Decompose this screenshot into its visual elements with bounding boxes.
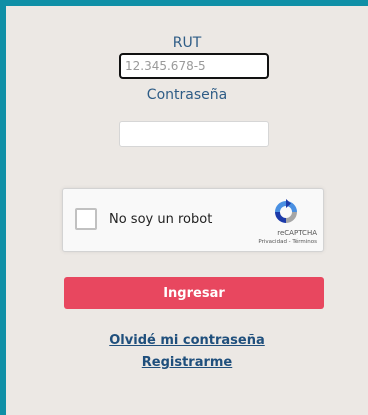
password-input[interactable]	[119, 121, 269, 147]
recaptcha-label: No soy un robot	[109, 212, 213, 227]
rut-input[interactable]	[119, 53, 269, 79]
recaptcha-checkbox[interactable]	[75, 208, 97, 230]
login-panel: RUT Contraseña No soy un robot reCAPTCHA…	[6, 6, 368, 415]
forgot-password-link[interactable]: Olvidé mi contraseña	[6, 333, 368, 349]
privacy-link[interactable]: Privacidad	[258, 239, 287, 245]
register-link[interactable]: Registrarme	[6, 355, 368, 371]
terms-link[interactable]: Términos	[292, 239, 317, 245]
rut-label: RUT	[172, 35, 202, 51]
recaptcha-widget: No soy un robot reCAPTCHA Privacidad - T…	[62, 188, 324, 252]
recaptcha-links: Privacidad - Términos	[258, 239, 317, 246]
recaptcha-logo-icon	[275, 199, 297, 223]
password-label: Contraseña	[146, 87, 228, 103]
login-button[interactable]: Ingresar	[64, 277, 324, 309]
recaptcha-brand: reCAPTCHA	[277, 229, 317, 237]
